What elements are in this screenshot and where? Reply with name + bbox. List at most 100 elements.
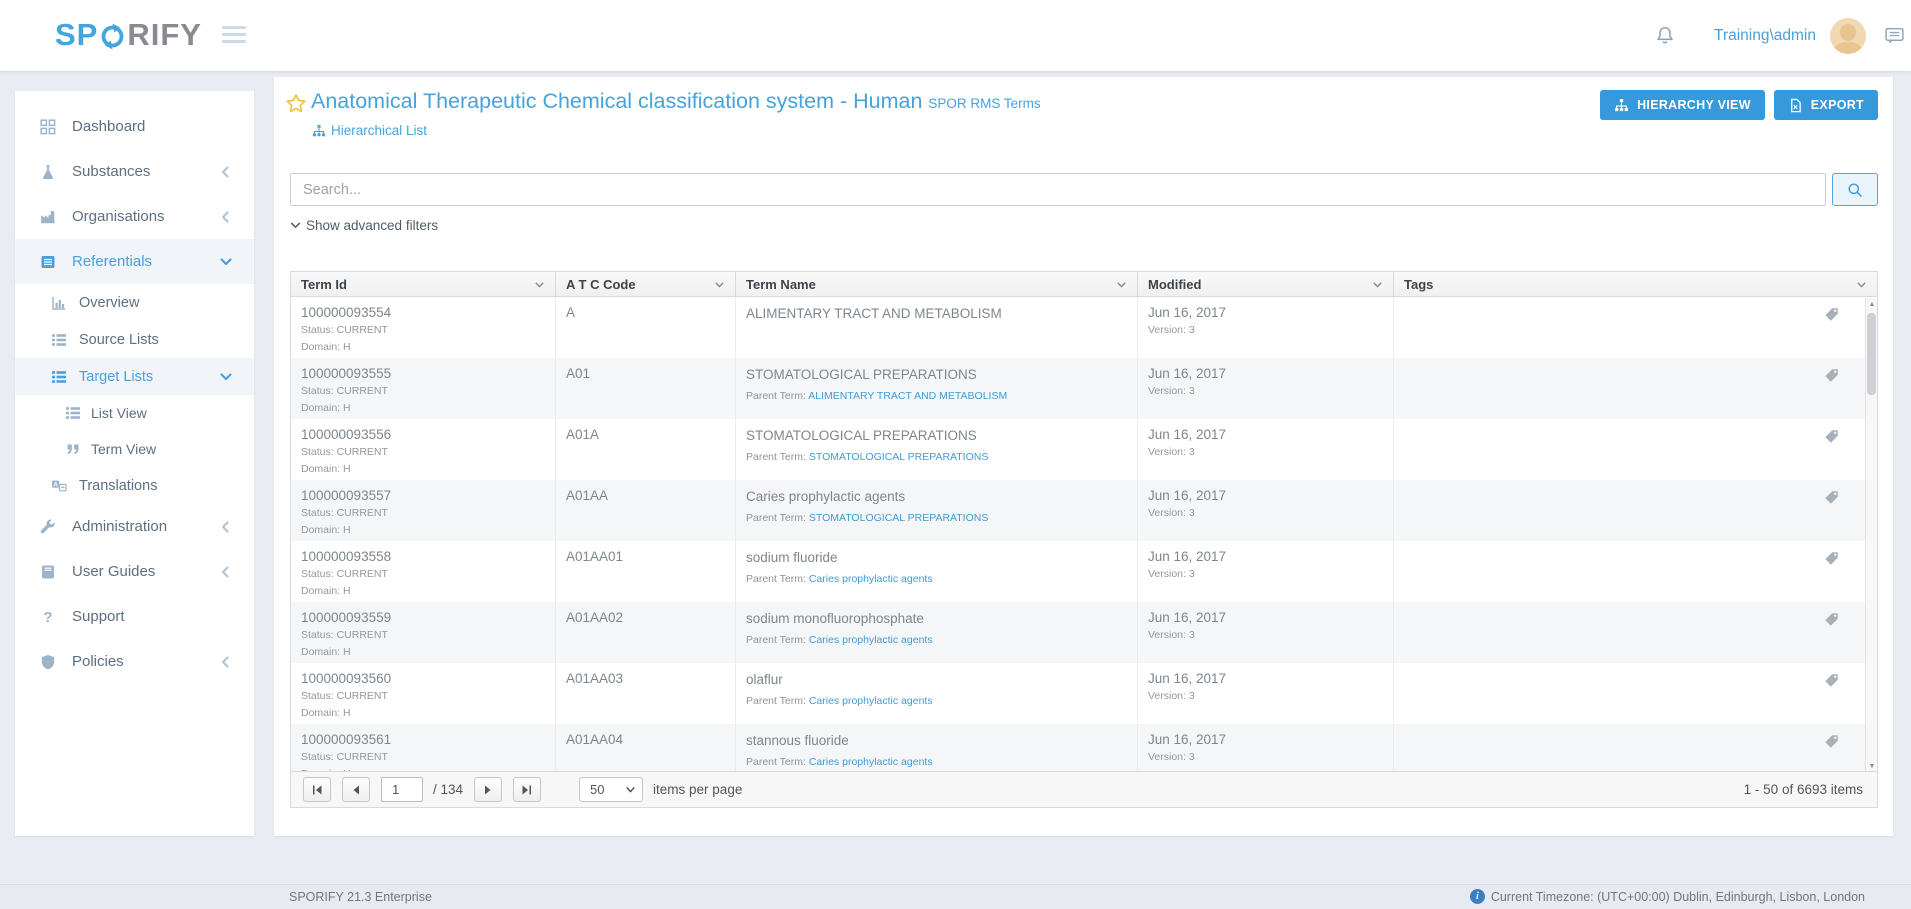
favorite-star-icon[interactable] xyxy=(285,93,307,115)
parent-term-link[interactable]: ALIMENTARY TRACT AND METABOLISM xyxy=(808,390,1007,402)
modified-date: Jun 16, 2017 xyxy=(1148,732,1383,748)
book-icon xyxy=(40,563,60,580)
first-page-button[interactable] xyxy=(303,777,331,802)
tag-icon[interactable] xyxy=(1824,429,1839,444)
table-scrollbar[interactable]: ▲ ▼ xyxy=(1865,298,1877,773)
column-header-modified[interactable]: Modified xyxy=(1138,272,1394,296)
tag-icon[interactable] xyxy=(1824,307,1839,322)
term-domain: Domain: H xyxy=(301,463,545,477)
sidebar-item-support[interactable]: ?Support xyxy=(15,594,254,639)
show-advanced-filters-toggle[interactable]: Show advanced filters xyxy=(290,218,438,233)
table-row: 100000093557 Status: CURRENT Domain: H A… xyxy=(291,480,1867,541)
column-header-atc-code[interactable]: A T C Code xyxy=(556,272,736,296)
term-name-link[interactable]: sodium fluoride xyxy=(746,550,838,565)
sidebar-item-list-view[interactable]: List View xyxy=(15,395,254,431)
sidebar-item-administration[interactable]: Administration xyxy=(15,504,254,549)
column-header-tags[interactable]: Tags xyxy=(1394,272,1877,296)
chevron-left-icon xyxy=(218,209,234,225)
term-id: 100000093558 xyxy=(301,549,545,565)
tag-icon[interactable] xyxy=(1824,551,1839,566)
terms-table: Term Id A T C Code Term Name Modified Ta… xyxy=(290,271,1878,808)
next-page-button[interactable] xyxy=(474,777,502,802)
atc-code: A01AA03 xyxy=(566,671,725,687)
term-name-link[interactable]: STOMATOLOGICAL PREPARATIONS xyxy=(746,428,977,443)
term-status: Status: CURRENT xyxy=(301,324,545,338)
tag-icon[interactable] xyxy=(1824,612,1839,627)
column-header-term-id[interactable]: Term Id xyxy=(291,272,556,296)
parent-term-link[interactable]: Caries prophylactic agents xyxy=(809,695,933,707)
term-version: Version: 3 xyxy=(1148,446,1383,460)
sidebar-item-substances[interactable]: Substances xyxy=(15,149,254,194)
notifications-bell-icon[interactable] xyxy=(1654,25,1676,47)
sidebar-item-source-lists[interactable]: Source Lists xyxy=(15,321,254,358)
page-size-select[interactable]: 50 xyxy=(579,777,643,802)
chevron-down-icon[interactable] xyxy=(713,278,726,291)
menu-toggle-icon[interactable] xyxy=(222,26,246,47)
tag-icon[interactable] xyxy=(1824,734,1839,749)
term-id: 100000093557 xyxy=(301,488,545,504)
sidebar-item-organisations[interactable]: Organisations xyxy=(15,194,254,239)
user-menu[interactable]: Training\admin xyxy=(1714,27,1816,45)
sidebar-item-overview[interactable]: Overview xyxy=(15,284,254,321)
term-status: Status: CURRENT xyxy=(301,751,545,765)
hierarchy-view-button[interactable]: HIERARCHY VIEW xyxy=(1600,90,1765,120)
term-name-link[interactable]: Caries prophylactic agents xyxy=(746,489,905,504)
export-file-icon xyxy=(1788,98,1803,113)
previous-page-button[interactable] xyxy=(342,777,370,802)
table-body: 100000093554 Status: CURRENT Domain: H A… xyxy=(291,297,1867,772)
sidebar-item-translations[interactable]: ATranslations xyxy=(15,467,254,504)
tag-icon[interactable] xyxy=(1824,368,1839,383)
chevron-down-icon[interactable] xyxy=(1855,278,1868,291)
items-per-page-label: items per page xyxy=(653,782,742,797)
chevron-down-icon[interactable] xyxy=(533,278,546,291)
scrollbar-thumb[interactable] xyxy=(1867,313,1876,395)
chevron-down-icon[interactable] xyxy=(1371,278,1384,291)
logo-text-leading: SP xyxy=(55,17,98,53)
sidebar-item-term-view[interactable]: Term View xyxy=(15,431,254,467)
question-icon: ? xyxy=(40,608,60,625)
logo-text-trailing: RIFY xyxy=(127,17,202,53)
tag-icon[interactable] xyxy=(1824,490,1839,505)
search-button[interactable] xyxy=(1832,173,1878,206)
table-row: 100000093560 Status: CURRENT Domain: H A… xyxy=(291,663,1867,724)
parent-term-link[interactable]: STOMATOLOGICAL PREPARATIONS xyxy=(809,451,989,463)
sidebar-item-user-guides[interactable]: User Guides xyxy=(15,549,254,594)
page-title-suffix: SPOR RMS Terms xyxy=(928,96,1040,111)
term-version: Version: 3 xyxy=(1148,507,1383,521)
parent-term-link[interactable]: Caries prophylactic agents xyxy=(809,634,933,646)
sidebar-item-dashboard[interactable]: Dashboard xyxy=(15,104,254,149)
list-icon xyxy=(51,368,69,385)
page-number-input[interactable] xyxy=(381,777,423,802)
dashboard-icon xyxy=(40,118,60,135)
scroll-up-icon[interactable]: ▲ xyxy=(1866,298,1878,311)
search-input[interactable] xyxy=(290,173,1826,206)
factory-icon xyxy=(40,208,60,225)
term-name-link[interactable]: stannous fluoride xyxy=(746,733,849,748)
tag-icon[interactable] xyxy=(1824,673,1839,688)
hierarchical-list-link[interactable]: Hierarchical List xyxy=(312,123,427,138)
last-page-button[interactable] xyxy=(513,777,541,802)
app-logo[interactable]: SP RIFY xyxy=(55,17,202,53)
sidebar-item-policies[interactable]: Policies xyxy=(15,639,254,684)
parent-term-link[interactable]: STOMATOLOGICAL PREPARATIONS xyxy=(809,512,989,524)
export-button[interactable]: EXPORT xyxy=(1774,90,1878,120)
sidebar-item-referentials[interactable]: Referentials xyxy=(15,239,254,284)
parent-term-link[interactable]: Caries prophylactic agents xyxy=(809,573,933,585)
list-icon xyxy=(51,331,69,348)
chevron-down-icon[interactable] xyxy=(1115,278,1128,291)
svg-text:A: A xyxy=(53,481,58,488)
sidebar-item-target-lists[interactable]: Target Lists xyxy=(15,358,254,395)
term-name-link[interactable]: sodium monofluorophosphate xyxy=(746,611,924,626)
column-header-term-name[interactable]: Term Name xyxy=(736,272,1138,296)
refresh-o-icon xyxy=(99,22,126,49)
avatar[interactable] xyxy=(1830,18,1866,54)
svg-text:?: ? xyxy=(43,609,52,625)
atc-code: A xyxy=(566,305,725,321)
chat-icon[interactable] xyxy=(1884,25,1905,46)
modified-date: Jun 16, 2017 xyxy=(1148,488,1383,504)
parent-term: Parent Term: Caries prophylactic agents xyxy=(746,756,1127,770)
term-name-link[interactable]: olaflur xyxy=(746,672,783,687)
term-name-link[interactable]: ALIMENTARY TRACT AND METABOLISM xyxy=(746,306,1002,321)
term-name-link[interactable]: STOMATOLOGICAL PREPARATIONS xyxy=(746,367,977,382)
parent-term-link[interactable]: Caries prophylactic agents xyxy=(809,756,933,768)
